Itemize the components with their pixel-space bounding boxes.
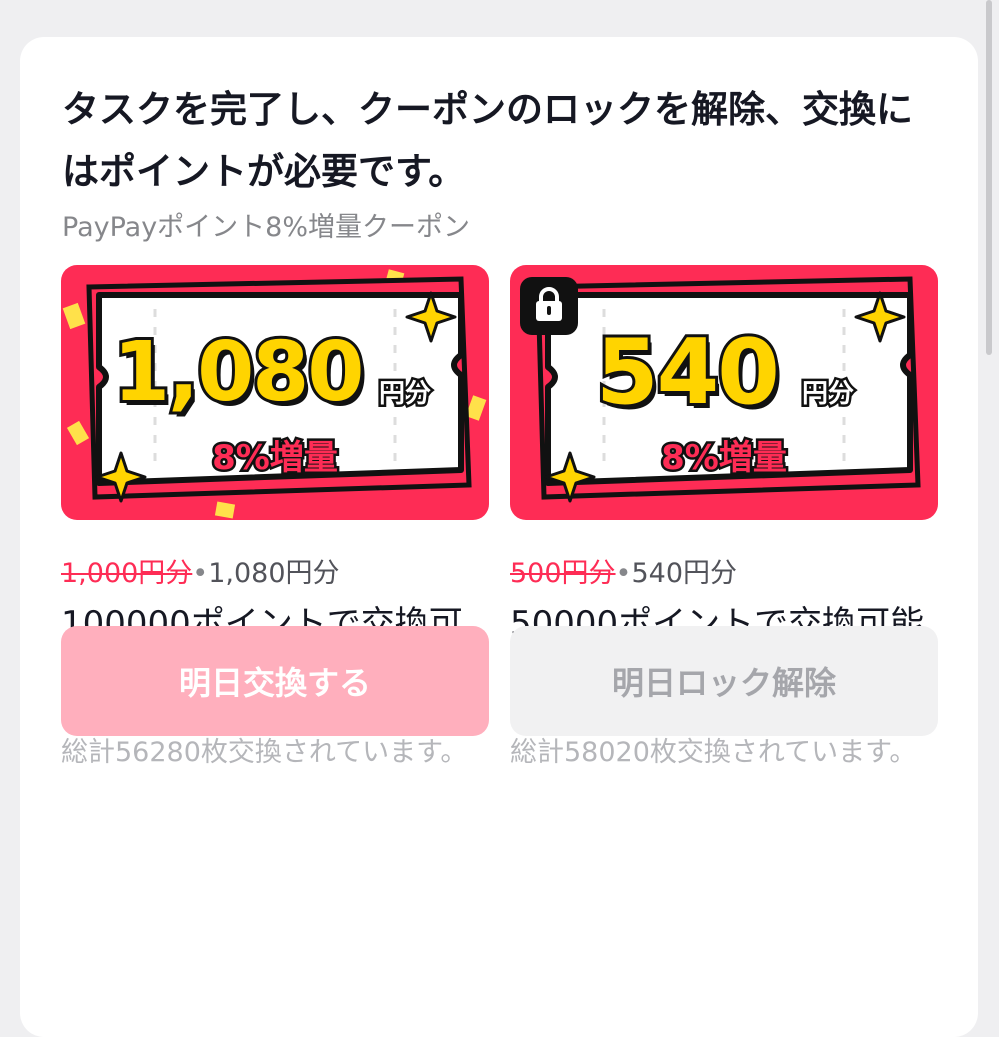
coupon-unit: 円分 [799, 377, 856, 412]
coupon-task-card: タスクを完了し、クーポンのロックを解除、交換にはポイントが必要です。 PayPa… [20, 37, 978, 1037]
coupon-image: 1,080 円分 8%増量 [61, 265, 489, 520]
coupon-image: 540 円分 8%増量 [510, 265, 938, 520]
unlock-tomorrow-button[interactable]: 明日ロック解除 [510, 626, 938, 736]
coupon-item-1080: 1,080 円分 8%増量 1,000円分•1,080円分 100000ポイント… [61, 265, 489, 768]
coupon-boost-label: 8%増量 [210, 436, 341, 481]
coupon-unit: 円分 [376, 377, 433, 412]
scrollbar[interactable] [986, 0, 992, 355]
new-price: 540円分 [631, 558, 738, 589]
price-line: 500円分•540円分 [510, 551, 737, 590]
coupon-item-540: 540 円分 8%増量 500円分•540円分 50000ポイントで交換可能 総… [510, 265, 938, 768]
price-separator: • [192, 558, 209, 589]
coupon-category-label: PayPayポイント8%増量クーポン [62, 212, 471, 243]
original-price: 500円分 [510, 558, 616, 589]
total-exchanged: 総計56280枚交換されています。 [61, 737, 468, 768]
page-title: タスクを完了し、クーポンのロックを解除、交換にはポイントが必要です。 [62, 88, 913, 193]
coupon-amount: 540 [593, 320, 783, 426]
lock-badge [520, 277, 578, 335]
price-separator: • [615, 558, 632, 589]
original-price: 1,000円分 [61, 558, 193, 589]
redeem-tomorrow-button[interactable]: 明日交換する [61, 626, 489, 736]
lock-icon [536, 287, 562, 321]
new-price: 1,080円分 [208, 558, 340, 589]
total-exchanged: 総計58020枚交換されています。 [510, 737, 917, 768]
coupon-boost-label: 8%増量 [659, 436, 790, 481]
coupon-amount: 1,080 [110, 322, 367, 423]
price-line: 1,000円分•1,080円分 [61, 551, 340, 590]
